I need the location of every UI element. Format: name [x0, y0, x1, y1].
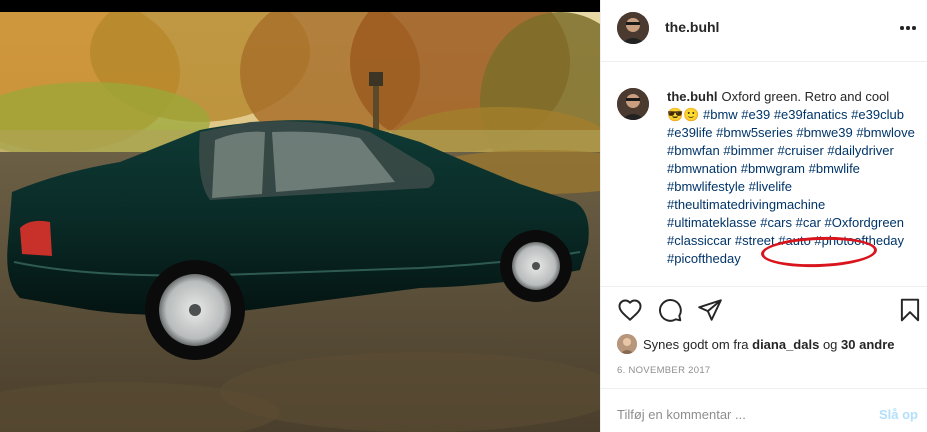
- author-username[interactable]: the.buhl: [665, 19, 719, 35]
- caption-body: Oxford green. Retro and cool: [721, 89, 890, 104]
- comment-input[interactable]: Tilføj en kommentar ...: [617, 407, 746, 422]
- likes-joiner: og: [819, 336, 842, 352]
- liker-username[interactable]: diana_dals: [752, 337, 819, 352]
- author-avatar[interactable]: [617, 12, 649, 44]
- caption-hashtags[interactable]: #bmw #e39 #e39fanatics #e39club #e39life…: [667, 107, 915, 266]
- liker-avatar[interactable]: [617, 334, 637, 354]
- bookmark-icon[interactable]: [897, 297, 923, 323]
- comment-bar: Tilføj en kommentar ... Slå op: [601, 388, 927, 432]
- caption-author-avatar[interactable]: [617, 88, 649, 120]
- post-comment-button[interactable]: Slå op: [879, 407, 918, 422]
- comment-bubble-icon[interactable]: [657, 297, 683, 323]
- caption-emoji: 😎🙂: [667, 107, 700, 122]
- post-header: the.buhl: [601, 0, 927, 62]
- avatar-image: [617, 88, 649, 120]
- car-photo-illustration: [0, 12, 600, 432]
- likes-others-link[interactable]: 30 andre: [841, 337, 894, 352]
- more-options-icon[interactable]: [896, 16, 920, 40]
- post-actions: [601, 286, 927, 326]
- likes-summary: Synes godt om fra diana_dals og 30 andre: [617, 334, 917, 354]
- top-black-strip: [0, 0, 600, 12]
- paper-plane-icon[interactable]: [697, 297, 723, 323]
- post-photo[interactable]: [0, 12, 600, 432]
- avatar-image: [617, 12, 649, 44]
- post-sidebar: the.buhl the.buhl Oxford green. Retro and…: [600, 0, 927, 432]
- post-date[interactable]: 6. NOVEMBER 2017: [617, 365, 711, 376]
- caption-username[interactable]: the.buhl: [667, 89, 718, 104]
- caption-area: the.buhl Oxford green. Retro and cool 😎🙂 …: [601, 82, 927, 286]
- heart-icon[interactable]: [617, 297, 643, 323]
- caption-text: the.buhl Oxford green. Retro and cool 😎🙂 …: [667, 88, 917, 268]
- likes-prefix: Synes godt om fra: [643, 336, 753, 352]
